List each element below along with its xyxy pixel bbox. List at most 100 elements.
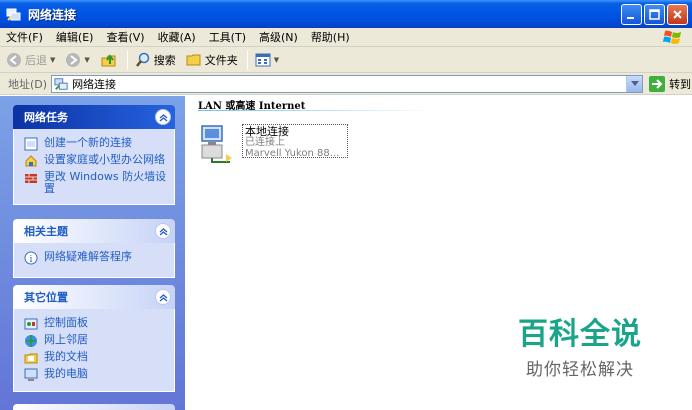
task-firewall-settings[interactable]: 更改 Windows 防火墙设置: [24, 171, 168, 195]
place-label: 我的文档: [44, 350, 88, 363]
task-create-connection[interactable]: 创建一个新的连接: [24, 137, 168, 151]
menu-edit[interactable]: 编辑(E): [56, 29, 94, 45]
place-my-computer[interactable]: 我的电脑: [24, 368, 168, 382]
collapse-chevron-icon[interactable]: [155, 289, 171, 305]
search-button[interactable]: 搜索: [133, 49, 178, 71]
chevron-down-icon: [630, 80, 639, 86]
related-topics-panel: 相关主题 i 网络疑难解答程序: [13, 219, 175, 278]
up-folder-icon: [101, 53, 116, 66]
place-label: 我的电脑: [44, 367, 88, 380]
place-network-neighborhood[interactable]: 网上邻居: [24, 334, 168, 348]
task-label: 创建一个新的连接: [44, 136, 132, 149]
maximize-icon: [649, 9, 660, 20]
panel-title: 其它位置: [24, 291, 68, 304]
panel-body: 创建一个新的连接 设置家庭或小型办公网络 更改 Windows 防火墙设置: [13, 129, 175, 205]
local-connection-item[interactable]: 本地连接 已连接上 Marvell Yukon 88...: [198, 124, 348, 164]
views-icon: [255, 53, 271, 66]
toolbar-separator: [246, 49, 248, 70]
network-connections-icon: [6, 6, 22, 22]
panel-header[interactable]: 其它位置: [13, 285, 175, 309]
views-dropdown-icon[interactable]: ▼: [274, 56, 279, 64]
place-label: 网上邻居: [44, 333, 88, 346]
address-dropdown-button[interactable]: [626, 75, 643, 92]
address-input[interactable]: 网络连接: [51, 74, 644, 93]
views-button[interactable]: ▼: [253, 49, 281, 71]
svg-text:i: i: [30, 255, 33, 265]
firewall-icon: [25, 174, 37, 183]
panel-title: 网络任务: [24, 111, 68, 124]
collapse-chevron-icon[interactable]: [155, 109, 171, 125]
network-tasks-panel: 网络任务 创建一个新的连接 设置家庭或小型办公网络 更改 Windows 防火墙…: [13, 105, 175, 205]
window-title: 网络连接: [28, 7, 77, 22]
forward-button[interactable]: ▼: [63, 49, 91, 71]
menu-help[interactable]: 帮助(H): [311, 29, 350, 45]
toolbar: 后退 ▼ ▼ 搜索 文件夹 ▼: [0, 47, 692, 73]
menu-tools[interactable]: 工具(T): [209, 29, 246, 45]
panel-header[interactable]: 相关主题: [13, 219, 175, 243]
panel-header[interactable]: 网络任务: [13, 105, 175, 129]
network-connections-icon: [54, 77, 68, 90]
place-label: 控制面板: [44, 316, 88, 329]
connection-name: 本地连接: [245, 125, 289, 138]
collapse-chevron-icon[interactable]: [155, 223, 171, 239]
control-panel-icon: [24, 318, 38, 330]
minimize-icon: [627, 17, 634, 19]
folders-label: 文件夹: [204, 53, 238, 67]
group-divider: [198, 110, 433, 111]
home-network-icon: [25, 155, 37, 167]
back-arrow-icon: [7, 52, 21, 67]
up-folder-button[interactable]: [98, 49, 120, 71]
minimize-button[interactable]: [621, 4, 642, 25]
panel-body: i 网络疑难解答程序: [13, 243, 175, 278]
connection-details: 本地连接 已连接上 Marvell Yukon 88...: [242, 124, 348, 159]
other-places-panel: 其它位置 控制面板 网上邻居 我的文档 我的电脑: [13, 285, 175, 392]
help-info-icon: i: [24, 251, 38, 265]
back-button[interactable]: 后退 ▼: [4, 49, 57, 71]
task-home-network[interactable]: 设置家庭或小型办公网络: [24, 154, 168, 168]
place-my-documents[interactable]: 我的文档: [24, 351, 168, 365]
go-arrow-icon: [649, 75, 666, 92]
connection-status: 已连接上: [245, 137, 285, 148]
folders-button[interactable]: 文件夹: [184, 49, 240, 71]
address-bar: 地址(D) 网络连接 转到: [0, 73, 692, 95]
search-label: 搜索: [153, 53, 176, 67]
menu-file[interactable]: 文件(F): [6, 29, 43, 45]
go-button[interactable]: 转到: [649, 75, 692, 92]
task-pane: 网络任务 创建一个新的连接 设置家庭或小型办公网络 更改 Windows 防火墙…: [0, 96, 185, 410]
menu-advanced[interactable]: 高级(N): [259, 29, 298, 45]
task-label: 更改 Windows 防火墙设置: [44, 170, 167, 195]
new-connection-icon: [24, 137, 38, 151]
title-bar[interactable]: 网络连接: [0, 0, 692, 28]
task-label: 设置家庭或小型办公网络: [44, 153, 165, 166]
toolbar-separator: [126, 49, 128, 70]
windows-logo-icon: [663, 30, 681, 44]
go-label: 转到: [669, 77, 692, 91]
panel-body: 控制面板 网上邻居 我的文档 我的电脑: [13, 309, 175, 392]
maximize-button[interactable]: [644, 4, 665, 25]
place-control-panel[interactable]: 控制面板: [24, 317, 168, 331]
address-label: 地址(D): [8, 77, 48, 91]
watermark-subtitle: 助你轻松解决: [526, 360, 634, 380]
close-button[interactable]: [667, 4, 688, 25]
panel-header[interactable]: [13, 404, 175, 410]
address-value: 网络连接: [72, 77, 117, 91]
forward-dropdown-icon[interactable]: ▼: [84, 56, 89, 64]
close-icon: [673, 10, 682, 19]
connection-device: Marvell Yukon 88...: [245, 148, 340, 159]
my-documents-icon: [24, 353, 38, 364]
forward-arrow-icon: [66, 52, 81, 67]
back-dropdown-icon[interactable]: ▼: [50, 56, 55, 64]
watermark-title: 百科全说: [518, 317, 642, 352]
watermark: 百科全说 助你轻松解决: [518, 309, 642, 380]
task-network-troubleshooter[interactable]: i 网络疑难解答程序: [24, 251, 168, 265]
menu-favorites[interactable]: 收藏(A): [158, 29, 196, 45]
panel-title: 相关主题: [24, 225, 68, 238]
folder-icon: [186, 54, 201, 65]
details-panel: [13, 404, 175, 410]
main-content: LAN 或高速 Internet 本地连接 已连接上 Marvell Yukon…: [185, 96, 692, 410]
menu-bar: 文件(F) 编辑(E) 查看(V) 收藏(A) 工具(T) 高级(N) 帮助(H…: [0, 28, 692, 47]
back-label: 后退: [25, 53, 47, 67]
lan-connection-icon: [201, 125, 232, 163]
menu-view[interactable]: 查看(V): [106, 29, 144, 45]
search-icon: [135, 52, 150, 67]
